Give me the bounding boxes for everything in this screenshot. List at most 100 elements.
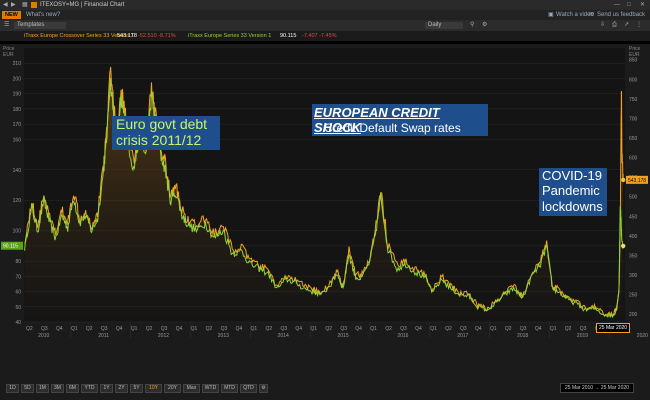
range-button-2y[interactable]: 2Y — [115, 384, 128, 393]
templates-dropdown[interactable]: Templates — [14, 22, 66, 29]
x-quarter-label: Q4 — [116, 326, 123, 332]
right-tick-label: 700 — [629, 116, 638, 122]
left-tick-label: 40 — [15, 320, 21, 326]
range-button-ytd[interactable]: YTD — [81, 384, 98, 393]
x-quarter-label: Q1 — [71, 326, 78, 332]
x-quarter-label: Q4 — [176, 326, 183, 332]
range-button-1m[interactable]: 1M — [36, 384, 49, 393]
left-tick-label: 170 — [13, 122, 22, 128]
x-quarter-label: Q4 — [475, 326, 482, 332]
x-quarter-label: Q2 — [505, 326, 512, 332]
left-tick-label: 120 — [13, 198, 22, 204]
legend-series2-label: iTraxx Europe Series 33 Version 1 — [188, 33, 272, 39]
x-year-label: 2014 — [278, 333, 289, 339]
x-quarter-label: Q1 — [490, 326, 497, 332]
x-quarter-label: Q3 — [41, 326, 48, 332]
last-date-tag: 25 Mar 2020 — [596, 323, 631, 333]
x-quarter-label: Q2 — [146, 326, 153, 332]
zoom-icon[interactable]: ⚲ — [470, 20, 474, 31]
right-tick-label: 350 — [629, 253, 638, 259]
range-selector-bar: 1D 5D 1M 3M 6M YTD 1Y 2Y 5Y 10Y 20Y Max WTD MTD QTD ⚙ 2… — [0, 380, 650, 400]
range-button-5y[interactable]: 5Y — [130, 384, 143, 393]
range-button-5d[interactable]: 5D — [21, 384, 34, 393]
x-quarter-label: Q3 — [280, 326, 287, 332]
x-year-label: 2012 — [158, 333, 169, 339]
right-value-tag-text: 543.178 — [628, 178, 646, 184]
green-last-point — [621, 243, 626, 249]
x-year-label: 2020 — [637, 333, 648, 339]
chart-title-box: EUROPEAN CREDIT SHOCK Credit Default Swa… — [312, 104, 488, 136]
range-button-1d[interactable]: 1D — [6, 384, 19, 393]
left-tick-label: 60 — [15, 290, 21, 296]
euro-crisis-annotation: Euro govt debt crisis 2011/12 — [112, 116, 220, 150]
right-tick-label: 850 — [629, 58, 638, 64]
range-button-3m[interactable]: 3M — [51, 384, 64, 393]
covid-line3: lockdowns — [542, 199, 603, 214]
x-quarter-label: Q3 — [520, 326, 527, 332]
right-tick-label: 800 — [629, 77, 638, 83]
right-tick-label: 500 — [629, 195, 638, 201]
settings-icon[interactable]: ⚙ — [482, 20, 487, 31]
chart-application: ◀ ▶ ▦ ITEXOSY=MG | Financial Chart — □ ✕… — [0, 0, 650, 400]
app-logo-icon — [31, 2, 37, 8]
chart-area[interactable]: 405060708090100120140160170180190200210 … — [0, 44, 650, 400]
x-quarter-label: Q1 — [550, 326, 557, 332]
chart-subtitle: Credit Default Swap rates — [324, 121, 461, 135]
x-year-label: 2013 — [218, 333, 229, 339]
chart-type-icon[interactable]: ☰ — [4, 20, 9, 31]
range-button-20y[interactable]: 20Y — [164, 384, 181, 393]
x-year-label: 2010 — [38, 333, 49, 339]
date-range-display[interactable]: 25 Mar 2010 → 25 Mar 2020 — [560, 383, 634, 393]
left-value-tag-text: 90.115 — [3, 244, 18, 250]
x-quarter-label: Q4 — [415, 326, 422, 332]
orange-last-point — [621, 177, 626, 183]
series-legend: iTraxx Europe Crossover Series 33 Versio… — [0, 31, 650, 41]
range-button-wtd[interactable]: WTD — [202, 384, 219, 393]
menu-dots-icon[interactable]: ⋮ — [636, 20, 642, 31]
range-button-qtd[interactable]: QTD — [240, 384, 257, 393]
covid-line2: Pandemic — [542, 183, 600, 198]
left-tick-label: 100 — [13, 229, 22, 235]
download-icon[interactable]: ⇩ — [600, 20, 605, 31]
x-quarter-label: Q3 — [460, 326, 467, 332]
print-icon[interactable]: ⎙ — [612, 20, 617, 31]
range-button-1y[interactable]: 1Y — [100, 384, 113, 393]
right-tick-label: 200 — [629, 312, 638, 318]
close-icon[interactable]: ✕ — [640, 0, 645, 10]
x-quarter-label: Q2 — [565, 326, 572, 332]
left-tick-label: 180 — [13, 107, 22, 113]
x-year-label: 2015 — [337, 333, 348, 339]
range-button-max[interactable]: Max — [183, 384, 200, 393]
x-quarter-label: Q4 — [295, 326, 302, 332]
forward-arrow-icon[interactable]: ▶ — [11, 0, 16, 10]
x-quarter-label: Q3 — [101, 326, 108, 332]
feedback-link[interactable]: Send us feedback — [597, 10, 645, 20]
grid-menu-icon[interactable]: ▦ — [22, 0, 28, 10]
minimize-icon[interactable]: — — [614, 0, 620, 10]
right-tick-label: 600 — [629, 156, 638, 162]
range-settings-icon[interactable]: ⚙ — [259, 384, 268, 393]
x-quarter-label: Q2 — [86, 326, 93, 332]
date-from: 25 Mar 2010 — [565, 385, 594, 391]
range-button-6m[interactable]: 6M — [66, 384, 79, 393]
x-year-label: 2018 — [517, 333, 528, 339]
left-tick-label: 140 — [13, 168, 22, 174]
right-tick-label: 400 — [629, 234, 638, 240]
video-icon[interactable]: ▣ — [548, 10, 554, 20]
maximize-icon[interactable]: □ — [627, 0, 631, 10]
x-quarter-label: Q3 — [161, 326, 168, 332]
feedback-icon[interactable]: ✉ — [589, 10, 594, 20]
x-quarter-label: Q1 — [430, 326, 437, 332]
back-arrow-icon[interactable]: ◀ — [3, 0, 8, 10]
range-button-mtd[interactable]: MTD — [221, 384, 238, 393]
x-quarter-label: Q2 — [325, 326, 332, 332]
x-quarter-label: Q2 — [445, 326, 452, 332]
whats-new-link[interactable]: What's new? — [26, 10, 60, 20]
x-quarter-label: Q2 — [26, 326, 33, 332]
share-icon[interactable]: ↗ — [624, 20, 629, 31]
range-button-10y[interactable]: 10Y — [145, 384, 162, 393]
left-tick-label: 80 — [15, 259, 21, 265]
interval-dropdown[interactable]: Daily — [425, 22, 463, 29]
x-quarter-label: Q2 — [206, 326, 213, 332]
x-year-label: 2017 — [457, 333, 468, 339]
